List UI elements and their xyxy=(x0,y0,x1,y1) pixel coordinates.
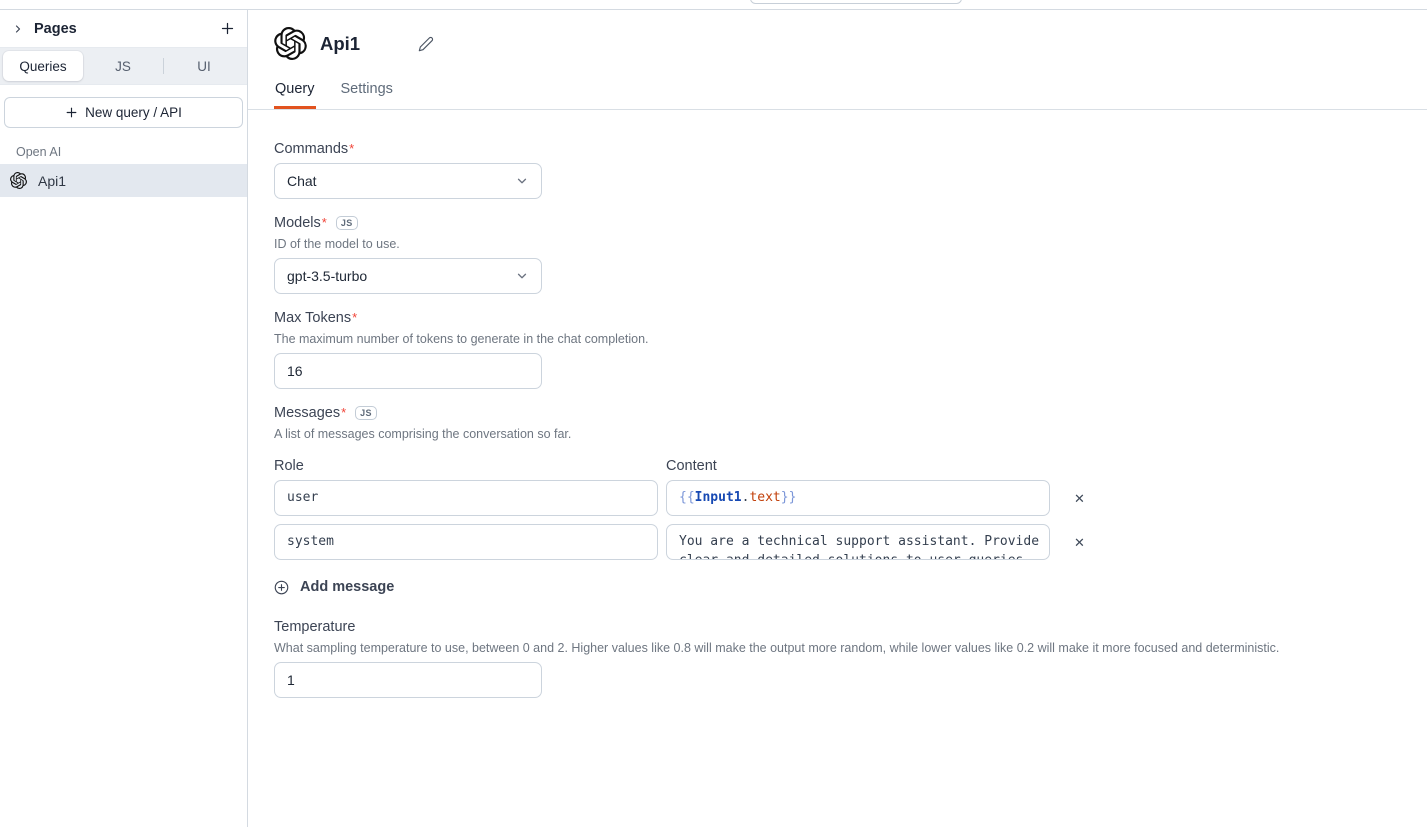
max-tokens-description: The maximum number of tokens to generate… xyxy=(274,332,1401,346)
message-row: system You are a technical support assis… xyxy=(274,524,1401,560)
app-window: Pages Queries JS UI New query / API Open… xyxy=(0,0,1427,828)
models-select[interactable]: gpt-3.5-turbo xyxy=(274,258,542,294)
temperature-label: Temperature xyxy=(274,619,355,635)
temperature-value: 1 xyxy=(287,672,295,688)
messages-description: A list of messages comprising the conver… xyxy=(274,427,1401,441)
tab-queries[interactable]: Queries xyxy=(3,51,83,81)
tab-ui[interactable]: UI xyxy=(164,51,244,81)
models-description: ID of the model to use. xyxy=(274,237,1401,251)
query-form: Commands* Chat Models* JS ID o xyxy=(248,110,1427,734)
temperature-input[interactable]: 1 xyxy=(274,662,542,698)
query-editor: Api1 Query Settings Commands* Chat xyxy=(248,10,1427,827)
tab-query[interactable]: Query xyxy=(274,81,316,109)
remove-message-button[interactable]: ✕ xyxy=(1072,534,1087,551)
sidebar-tab-strip: Queries JS UI xyxy=(0,48,247,85)
messages-label: Messages* xyxy=(274,405,346,421)
add-page-button[interactable] xyxy=(218,19,237,38)
top-toolbar-cutoff xyxy=(750,0,962,4)
plus-circle-icon xyxy=(274,580,289,595)
tab-settings[interactable]: Settings xyxy=(340,81,394,109)
chevron-right-icon[interactable] xyxy=(10,21,26,37)
pages-header: Pages xyxy=(0,10,247,48)
content-input[interactable]: {{Input1.text}} xyxy=(666,480,1050,516)
tab-js[interactable]: JS xyxy=(83,51,163,81)
js-badge[interactable]: JS xyxy=(355,406,377,420)
add-message-button[interactable]: Add message xyxy=(274,579,394,595)
chevron-down-icon xyxy=(515,174,529,188)
sidebar-item-label: Api1 xyxy=(38,173,66,189)
models-label: Models* xyxy=(274,215,327,231)
max-tokens-section: Max Tokens* The maximum number of tokens… xyxy=(274,310,1401,389)
messages-column-headers: Role Content xyxy=(274,458,1401,474)
role-column-header: Role xyxy=(274,458,658,474)
query-group-label: Open AI xyxy=(16,145,231,159)
messages-section: Messages* JS A list of messages comprisi… xyxy=(274,405,1401,595)
sidebar-item-api1[interactable]: Api1 xyxy=(0,164,247,197)
commands-select-value: Chat xyxy=(287,173,317,189)
js-badge[interactable]: JS xyxy=(336,216,358,230)
new-query-button[interactable]: New query / API xyxy=(4,97,243,128)
openai-logo xyxy=(274,27,307,60)
content-column-header: Content xyxy=(666,458,1050,474)
content-input[interactable]: You are a technical support assistant. P… xyxy=(666,524,1050,560)
commands-label: Commands* xyxy=(274,141,354,157)
add-message-label: Add message xyxy=(300,579,394,595)
max-tokens-input[interactable]: 16 xyxy=(274,353,542,389)
models-select-value: gpt-3.5-turbo xyxy=(287,268,367,284)
edit-name-button[interactable] xyxy=(418,36,434,52)
openai-icon xyxy=(10,172,27,189)
commands-section: Commands* Chat xyxy=(274,141,1401,199)
models-section: Models* JS ID of the model to use. gpt-3… xyxy=(274,215,1401,294)
top-bar-edge xyxy=(0,0,1427,10)
temperature-description: What sampling temperature to use, betwee… xyxy=(274,641,1401,655)
sidebar: Pages Queries JS UI New query / API Open… xyxy=(0,10,248,827)
message-row: user {{Input1.text}} ✕ xyxy=(274,480,1401,516)
chevron-down-icon xyxy=(515,269,529,283)
query-header: Api1 xyxy=(248,10,1427,60)
query-title: Api1 xyxy=(320,33,360,55)
commands-select[interactable]: Chat xyxy=(274,163,542,199)
max-tokens-label: Max Tokens* xyxy=(274,310,357,326)
temperature-section: Temperature What sampling temperature to… xyxy=(274,619,1401,698)
role-input[interactable]: system xyxy=(274,524,658,560)
pages-title: Pages xyxy=(34,21,77,37)
editor-tabs: Query Settings xyxy=(248,81,1427,110)
role-input[interactable]: user xyxy=(274,480,658,516)
max-tokens-value: 16 xyxy=(287,363,303,379)
new-query-button-label: New query / API xyxy=(85,105,182,120)
remove-message-button[interactable]: ✕ xyxy=(1072,490,1087,507)
